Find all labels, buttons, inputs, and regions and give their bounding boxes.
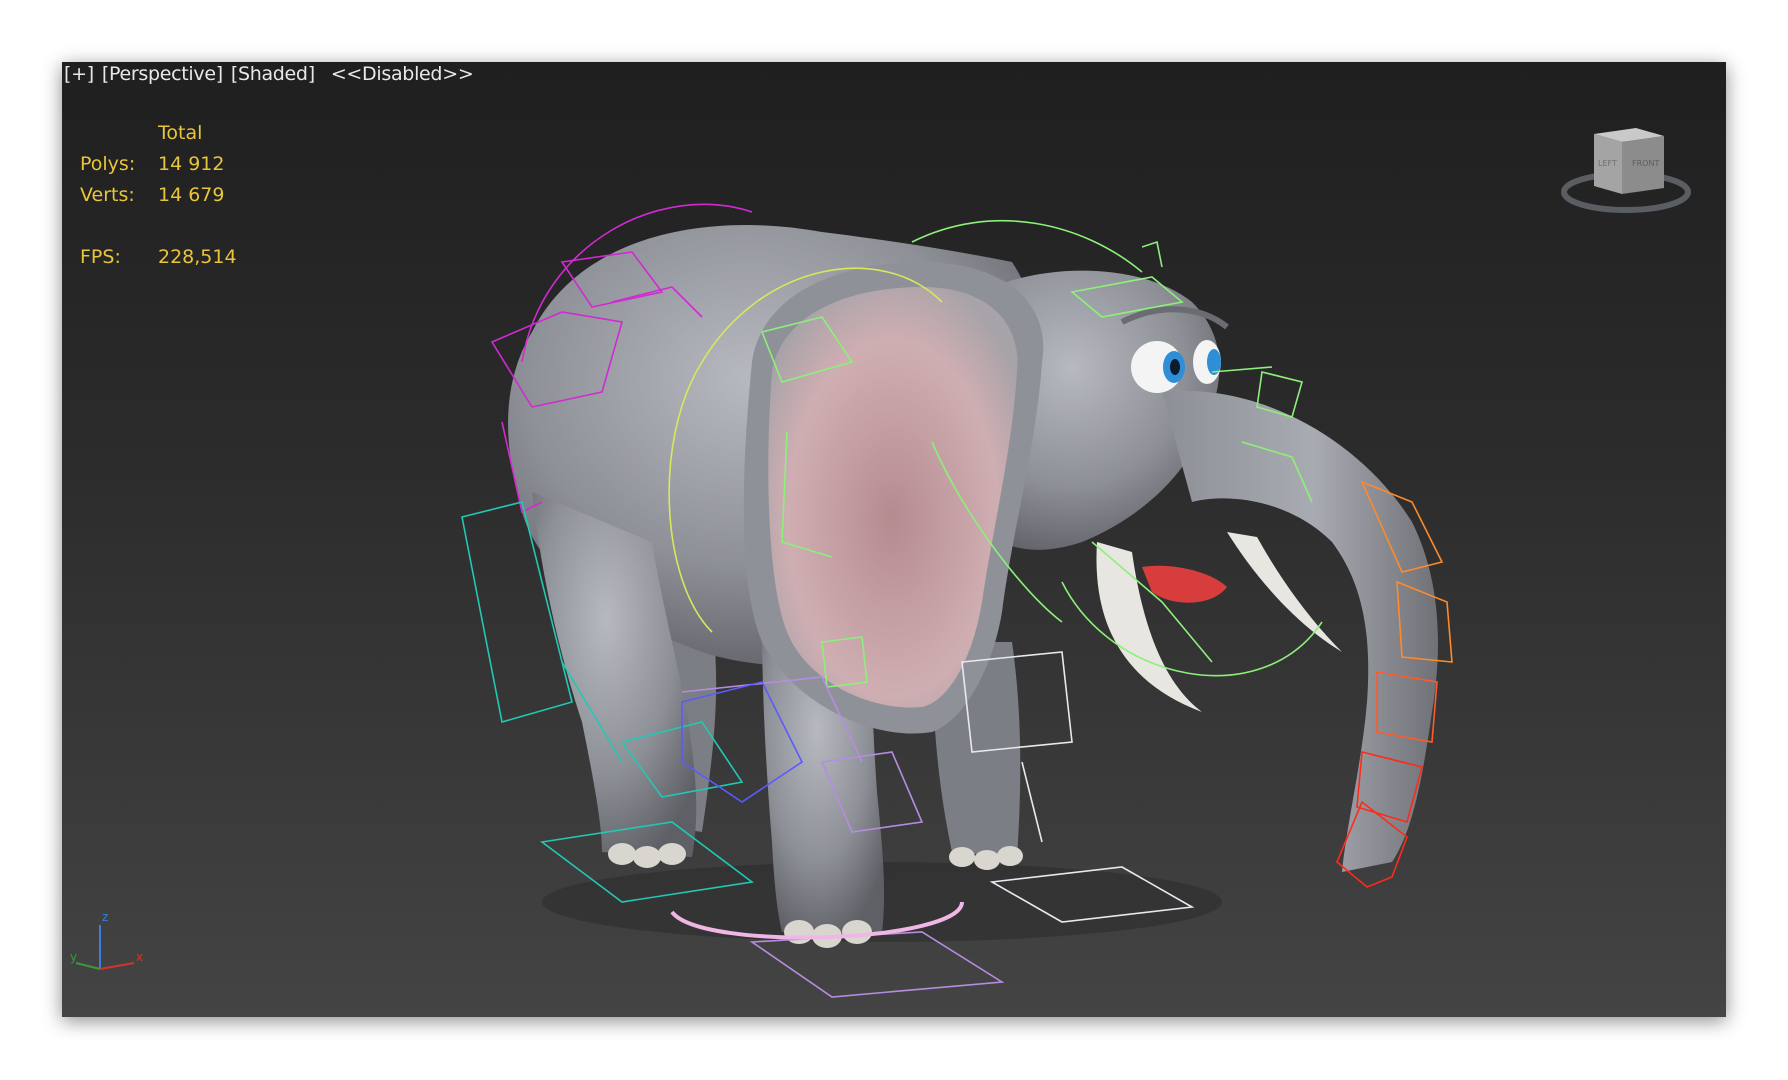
axis-z-label: z — [102, 910, 108, 924]
axis-tripod: z x y — [70, 910, 143, 970]
viewport-label-bar: [+] [Perspective] [Shaded] <<Disabled>> — [64, 62, 474, 86]
viewcube[interactable]: LEFT FRONT — [1556, 122, 1696, 222]
polys-value: 14 912 — [158, 153, 225, 175]
axis-y-label: y — [70, 950, 77, 964]
fps-value: 228,514 — [158, 246, 237, 268]
elephant-trunk — [1162, 390, 1438, 872]
viewport-menu-label[interactable]: [+] — [64, 63, 94, 85]
viewport-perspective[interactable]: [+] [Perspective] [Shaded] <<Disabled>> Tot… — [62, 62, 1726, 1017]
stats-header: Total — [158, 122, 203, 144]
viewport-status-label[interactable]: <<Disabled>> — [331, 63, 474, 85]
viewport-shading-label[interactable]: [Shaded] — [231, 63, 315, 85]
viewcube-left-text: LEFT — [1598, 159, 1617, 168]
polys-label: Polys: — [80, 153, 136, 175]
verts-label: Verts: — [80, 184, 135, 206]
verts-value: 14 679 — [158, 184, 225, 206]
fps-label: FPS: — [80, 246, 121, 268]
viewport-view-label[interactable]: [Perspective] — [102, 63, 223, 85]
scene-canvas[interactable] — [62, 62, 1726, 1017]
axis-y-line — [75, 962, 101, 970]
elephant-tusk-right — [1227, 532, 1342, 652]
axis-x-line — [99, 962, 135, 970]
elephant-mouth — [1142, 565, 1227, 603]
axis-x-label: x — [136, 950, 143, 964]
viewcube-front-text: FRONT — [1632, 159, 1659, 168]
statistics-panel: Total Polys: 14 912 Verts: 14 679 FPS: 228,… — [80, 118, 237, 273]
